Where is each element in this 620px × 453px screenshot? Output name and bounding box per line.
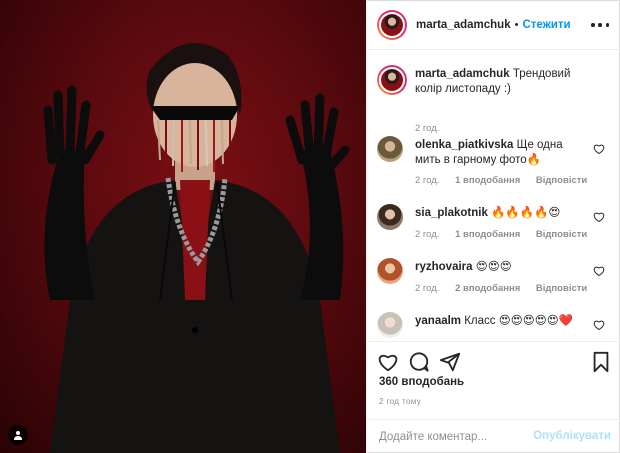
comment-username[interactable]: yanaalm (415, 315, 461, 327)
comment-icon[interactable] (408, 351, 430, 373)
comment-likes[interactable]: 1 вподобання (455, 229, 520, 240)
commenter-avatar[interactable] (377, 136, 403, 162)
caption-username[interactable]: marta_adamchuk (415, 68, 510, 80)
comment-heart-icon[interactable] (593, 143, 605, 155)
comment-likes[interactable]: 2 вподобання (455, 283, 520, 294)
commenter-avatar[interactable] (377, 258, 403, 284)
user-icon (14, 431, 22, 440)
reply-button[interactable]: Відповісти (536, 229, 587, 240)
comment-heart-icon[interactable] (593, 319, 605, 331)
comment-meta: 2 год. 2 вподобання Відповісти (415, 283, 600, 294)
bookmark-icon[interactable] (590, 351, 612, 373)
comment-row: sia_plakotnik 🔥🔥🔥🔥😍 2 год. 1 вподобання … (377, 204, 613, 254)
comment-meta: 2 год. 1 вподобання Відповісти (415, 229, 600, 240)
comment-text: sia_plakotnik 🔥🔥🔥🔥😍 (415, 206, 591, 221)
reply-button[interactable]: Відповісти (536, 283, 587, 294)
reply-button[interactable]: Відповісти (536, 175, 587, 186)
comments-section: marta_adamchuk Трендовий колір листопаду… (367, 51, 620, 341)
comment-text: olenka_piatkivska Ще одна мить в гарному… (415, 138, 591, 168)
comment-likes[interactable]: 1 вподобання (455, 175, 520, 186)
tagged-users-button[interactable] (8, 425, 28, 445)
caption-meta: 2 год. (415, 123, 452, 134)
comment-username[interactable]: sia_plakotnik (415, 207, 488, 219)
comment-text: yanaalm Класс 😍😍😍😍😍❤️ (415, 314, 591, 329)
photo-illustration (43, 43, 350, 453)
post-comment-button[interactable]: Опублікувати (533, 430, 611, 442)
post-timestamp[interactable]: 2 год тому (379, 397, 421, 406)
comment-row: ryzhovaira 😍😍😍 2 год. 2 вподобання Відпо… (377, 258, 613, 308)
likes-count[interactable]: 360 вподобань (379, 376, 464, 388)
comment-input[interactable] (379, 428, 539, 446)
post-header: marta_adamchuk • Стежити (367, 0, 620, 50)
comment-text: ryzhovaira 😍😍😍 (415, 260, 591, 275)
comment-time[interactable]: 2 год. (415, 175, 439, 186)
add-comment-bar: Опублікувати (367, 419, 620, 453)
caption-text: marta_adamchuk Трендовий колір листопаду… (415, 67, 591, 97)
share-icon[interactable] (439, 351, 461, 373)
comment-meta: 2 год. 1 вподобання Відповісти (415, 175, 600, 186)
separator-dot: • (514, 18, 519, 31)
comment-content: 😍😍😍 (475, 261, 512, 273)
comment-username[interactable]: olenka_piatkivska (415, 139, 513, 151)
post-photo[interactable] (0, 0, 366, 453)
comment-username[interactable]: ryzhovaira (415, 261, 473, 273)
action-bar (367, 341, 620, 381)
comment-heart-icon[interactable] (593, 211, 605, 223)
comment-heart-icon[interactable] (593, 265, 605, 277)
heart-icon[interactable] (377, 351, 399, 373)
commenter-avatar[interactable] (377, 312, 403, 338)
follow-button[interactable]: Стежити (522, 19, 570, 31)
commenter-avatar[interactable] (377, 204, 403, 230)
post-sidebar: marta_adamchuk • Стежити marta_adamchuk … (366, 0, 620, 453)
comment-row: olenka_piatkivska Ще одна мить в гарному… (377, 136, 613, 186)
comment-content: 🔥🔥🔥🔥😍 (491, 207, 561, 219)
comment-time[interactable]: 2 год. (415, 229, 439, 240)
more-options-icon[interactable] (591, 17, 609, 33)
caption-avatar[interactable] (377, 65, 407, 95)
comment-time[interactable]: 2 год. (415, 283, 439, 294)
caption-time[interactable]: 2 год. (415, 123, 439, 134)
comment-content: Класс 😍😍😍😍😍❤️ (464, 315, 573, 327)
caption-row: marta_adamchuk Трендовий колір листопаду… (377, 65, 613, 134)
comment-row: yanaalm Класс 😍😍😍😍😍❤️ (377, 312, 613, 341)
author-username[interactable]: marta_adamchuk (416, 19, 511, 31)
author-avatar[interactable] (377, 9, 407, 40)
